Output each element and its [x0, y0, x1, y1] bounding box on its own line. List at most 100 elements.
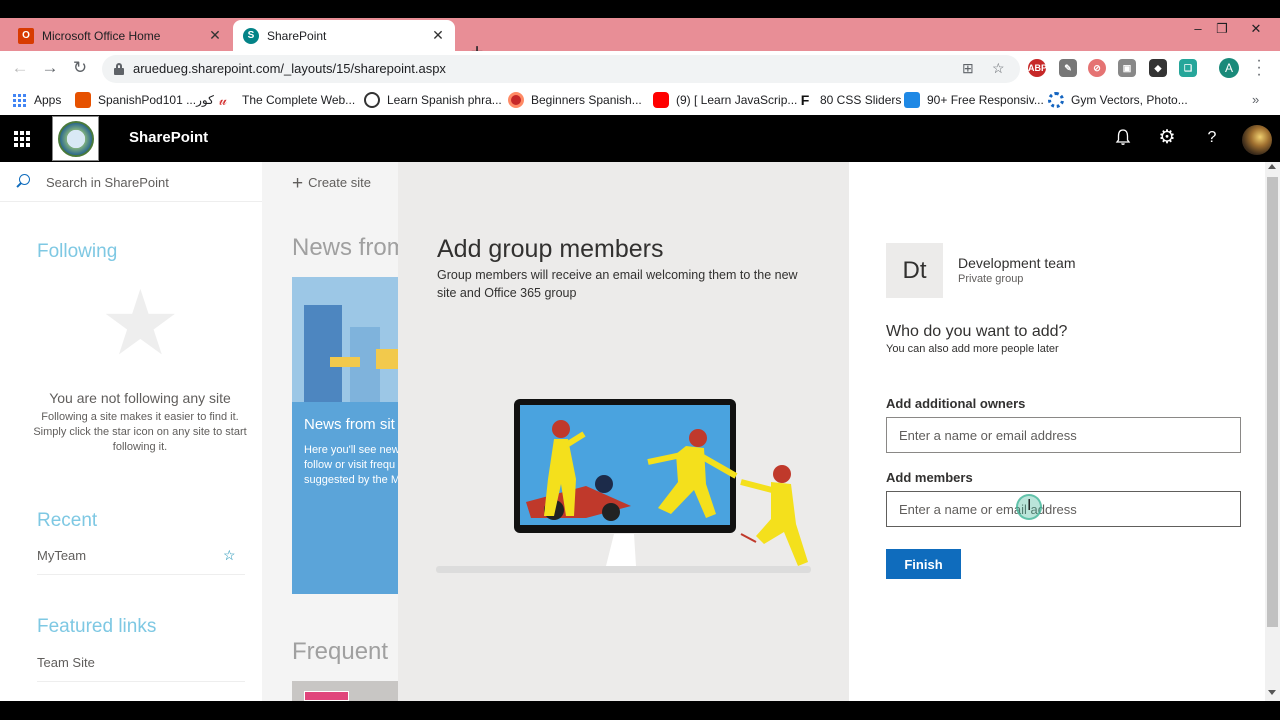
- office-icon: O: [18, 27, 34, 44]
- text-cursor-icon: I: [1027, 495, 1031, 517]
- search-icon: [15, 174, 31, 190]
- bookmark-apps[interactable]: Apps: [13, 91, 61, 109]
- adblock-icon[interactable]: ABP: [1028, 59, 1047, 77]
- divider: [37, 681, 245, 682]
- logo-emblem-icon: [57, 120, 94, 157]
- extension-tool-icon[interactable]: ✎: [1059, 59, 1077, 77]
- finish-button[interactable]: Finish: [886, 549, 961, 579]
- user-avatar[interactable]: [1242, 125, 1272, 155]
- star-placeholder-icon: ★: [100, 274, 181, 374]
- following-heading: Following: [37, 241, 118, 262]
- forward-icon[interactable]: →: [39, 57, 61, 79]
- bell-icon[interactable]: [1113, 128, 1133, 148]
- news-heading: News from: [292, 234, 407, 261]
- bookmark-learn-spanish[interactable]: Learn Spanish phra...: [364, 91, 502, 109]
- tab-close-icon[interactable]: ✕: [204, 27, 226, 44]
- empty-following-desc: Following a site makes it easier to find…: [33, 411, 247, 453]
- bookmark-free-responsive[interactable]: 90+ Free Responsiv...: [904, 91, 1044, 109]
- recent-item-myteam[interactable]: MyTeam: [37, 548, 86, 563]
- restore-icon[interactable]: ❐: [1207, 18, 1237, 42]
- window-close-icon[interactable]: ✕: [1241, 18, 1271, 42]
- settings-gear-icon[interactable]: ⚙: [1157, 128, 1177, 148]
- left-nav: Search in SharePoint Following ★ You are…: [0, 162, 262, 701]
- divider: [37, 574, 245, 575]
- browser-menu-icon[interactable]: · · ·: [1253, 53, 1265, 83]
- create-site-button[interactable]: + Create site: [292, 173, 371, 195]
- apps-grid-icon: [13, 93, 26, 107]
- youtube-icon: [653, 92, 669, 108]
- news-card-desc: Here you'll see new follow or visit freq…: [304, 444, 398, 486]
- scroll-thumb[interactable]: [1267, 177, 1278, 627]
- spanishpod-icon: [75, 92, 91, 108]
- panel-illustration-pane: Add group members Group members will rec…: [398, 162, 849, 701]
- f-icon: F: [797, 92, 813, 108]
- bookmark-complete-web[interactable]: 𝓊 The Complete Web...: [219, 91, 355, 109]
- owners-label: Add additional owners: [886, 396, 1026, 411]
- extension-cube-icon[interactable]: ◆: [1149, 59, 1167, 77]
- bottom-strip: [0, 701, 1280, 720]
- panel-subtitle: Group members will receive an email welc…: [437, 268, 798, 300]
- recent-heading: Recent: [37, 510, 98, 531]
- page-scrollbar[interactable]: [1265, 162, 1280, 701]
- scroll-up-icon[interactable]: [1268, 164, 1276, 169]
- group-initials-tile: Dt: [886, 243, 943, 298]
- panel-title: Add group members: [437, 235, 664, 263]
- bookmark-beginners-spanish[interactable]: Beginners Spanish...: [508, 91, 642, 109]
- frequent-heading: Frequent: [292, 638, 389, 665]
- app-launcher-icon[interactable]: [14, 131, 30, 147]
- translate-icon[interactable]: ⊞: [962, 60, 974, 77]
- sharepoint-icon: S: [243, 27, 259, 44]
- empty-following-title: You are not following any site: [49, 390, 231, 406]
- lock-icon: [114, 63, 124, 75]
- frequent-site-card[interactable]: [292, 681, 398, 701]
- scroll-down-icon[interactable]: [1268, 690, 1276, 695]
- sharepoint-page: Search in SharePoint Following ★ You are…: [0, 162, 1280, 701]
- extension-copy-icon[interactable]: ❏: [1179, 59, 1197, 77]
- bookmark-gym-vectors[interactable]: Gym Vectors, Photo...: [1048, 91, 1188, 109]
- extension-box-icon[interactable]: ▣: [1118, 59, 1136, 77]
- owners-input[interactable]: [886, 417, 1241, 453]
- group-name: Development team: [958, 255, 1076, 271]
- top-strip: [0, 0, 1280, 18]
- freebie-icon: [904, 92, 920, 108]
- featured-item-team-site[interactable]: Team Site: [37, 655, 95, 670]
- screen: O Microsoft Office Home ✕ S SharePoint ✕…: [0, 0, 1280, 720]
- url-bar[interactable]: aruedueg.sharepoint.com/_layouts/15/shar…: [102, 55, 1020, 83]
- profile-avatar[interactable]: A: [1219, 58, 1239, 78]
- gear-blue-icon: [1048, 92, 1064, 108]
- featured-links-heading: Featured links: [37, 616, 157, 637]
- bookmarks-overflow-icon[interactable]: »: [1252, 92, 1259, 107]
- site-logo[interactable]: [52, 116, 99, 161]
- who-to-add-subtitle: You can also add more people later: [886, 343, 1059, 355]
- news-card-title: News from sit: [304, 416, 395, 433]
- search-box[interactable]: Search in SharePoint: [0, 162, 262, 202]
- follow-star-icon[interactable]: ☆: [223, 547, 236, 564]
- tab-close-icon[interactable]: ✕: [427, 27, 449, 44]
- members-input[interactable]: [886, 491, 1241, 527]
- bookmark-css-sliders[interactable]: F 80 CSS Sliders: [797, 91, 901, 109]
- sharepoint-header: SharePoint ⚙ ?: [0, 115, 1280, 162]
- bookmarks-bar: Apps SpanishPod101 ...كور 𝓊 The Complete…: [0, 85, 1280, 115]
- tab-microsoft-office-home[interactable]: O Microsoft Office Home ✕: [8, 20, 232, 51]
- tab-sharepoint[interactable]: S SharePoint ✕: [233, 20, 455, 51]
- search-input[interactable]: Search in SharePoint: [46, 175, 169, 190]
- address-bar-row: ← → ↻ aruedueg.sharepoint.com/_layouts/1…: [0, 51, 1280, 85]
- group-privacy: Private group: [958, 273, 1024, 285]
- help-icon[interactable]: ?: [1202, 128, 1222, 148]
- extension-block-icon[interactable]: ⊘: [1088, 59, 1106, 77]
- reload-icon[interactable]: ↻: [69, 57, 91, 79]
- add-members-form: Dt Development team Private group Who do…: [849, 162, 1265, 701]
- app-title[interactable]: SharePoint: [129, 129, 208, 146]
- back-icon[interactable]: ←: [9, 57, 31, 79]
- members-label: Add members: [886, 470, 973, 485]
- bookmark-spanishpod[interactable]: SpanishPod101 ...كور: [75, 91, 214, 109]
- plus-icon: +: [292, 173, 304, 194]
- bookmark-star-icon[interactable]: ☆: [992, 60, 1005, 77]
- team-illustration: [436, 399, 811, 573]
- who-to-add-title: Who do you want to add?: [886, 323, 1068, 340]
- udemy-icon: 𝓊: [219, 92, 235, 108]
- news-card[interactable]: News from sit Here you'll see new follow…: [292, 277, 398, 594]
- bookmark-learn-javascript[interactable]: (9) [ Learn JavaScrip...: [653, 91, 797, 109]
- news-illustration: [292, 277, 398, 402]
- browser-tab-bar: O Microsoft Office Home ✕ S SharePoint ✕…: [0, 18, 1280, 64]
